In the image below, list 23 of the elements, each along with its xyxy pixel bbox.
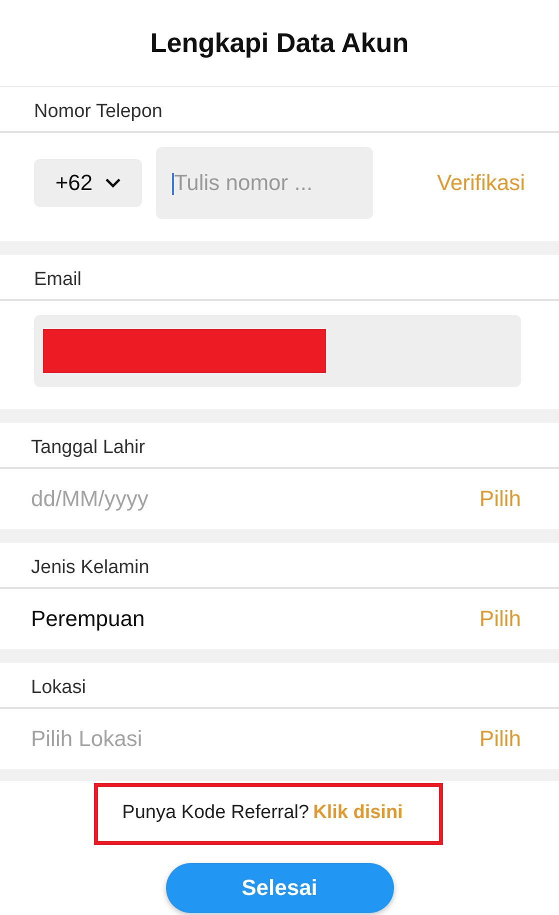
- country-code-dropdown[interactable]: +62: [34, 159, 142, 207]
- referral-prompt: Punya Kode Referral?: [122, 802, 310, 824]
- field-label: Email: [34, 269, 82, 291]
- picker-field[interactable]: dd/MM/yyyy Pilih: [0, 469, 559, 529]
- page-title: Lengkapi Data Akun: [0, 0, 559, 87]
- field-label: Nomor Telepon: [34, 101, 163, 123]
- verify-link[interactable]: Verifikasi: [436, 170, 525, 196]
- pick-link[interactable]: Pilih: [479, 606, 521, 632]
- phone-input-field[interactable]: Tulis nomor ...: [156, 147, 373, 219]
- finish-button[interactable]: Selesai: [166, 863, 394, 913]
- pick-link[interactable]: Pilih: [479, 726, 521, 752]
- email-input-field[interactable]: [34, 315, 521, 387]
- pick-link[interactable]: Pilih: [479, 486, 521, 512]
- picker-field[interactable]: Pilih Lokasi Pilih: [0, 709, 559, 769]
- field-placeholder: Pilih Lokasi: [31, 726, 142, 752]
- field-label: Tanggal Lahir: [31, 437, 146, 459]
- field-label: Jenis Kelamin: [31, 557, 150, 579]
- referral-link[interactable]: Klik disini: [313, 802, 403, 824]
- field-placeholder: dd/MM/yyyy: [31, 486, 148, 512]
- field-value: Perempuan: [31, 606, 145, 632]
- picker-field[interactable]: Perempuan Pilih: [0, 589, 559, 649]
- chevron-down-icon: [104, 178, 121, 188]
- field-label: Lokasi: [31, 677, 86, 699]
